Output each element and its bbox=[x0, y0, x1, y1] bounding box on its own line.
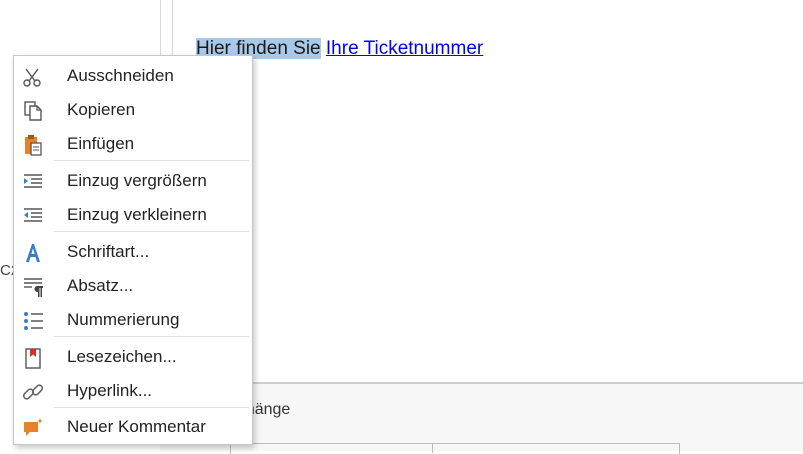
menu-item-label: Einzug verkleinern bbox=[67, 205, 207, 224]
menu-item-label: Kopieren bbox=[67, 100, 136, 119]
menu-item-font[interactable]: Schriftart... bbox=[14, 234, 252, 268]
menu-separator bbox=[54, 336, 249, 337]
ticket-number-link[interactable]: Ihre Ticketnummer bbox=[326, 38, 483, 59]
font-icon bbox=[22, 242, 44, 264]
numbering-icon bbox=[22, 310, 44, 332]
decrease-indent-icon bbox=[22, 205, 44, 227]
menu-item-decrease-indent[interactable]: Einzug verkleinern bbox=[14, 197, 252, 231]
paragraph-icon bbox=[22, 276, 44, 298]
menu-item-copy[interactable]: Kopieren bbox=[14, 92, 252, 126]
scissors-icon bbox=[22, 66, 44, 88]
menu-item-label: Nummerierung bbox=[67, 310, 180, 329]
bookmark-icon bbox=[22, 347, 44, 369]
menu-separator bbox=[54, 407, 249, 408]
menu-item-label: Hyperlink... bbox=[67, 381, 153, 400]
menu-item-new-comment[interactable]: Neuer Kommentar bbox=[14, 409, 252, 443]
menu-item-hyperlink[interactable]: Hyperlink... bbox=[14, 373, 252, 407]
new-comment-icon bbox=[22, 417, 44, 439]
menu-item-label: Einzug vergrößern bbox=[67, 171, 207, 190]
menu-item-paragraph[interactable]: Absatz... bbox=[14, 268, 252, 302]
menu-item-increase-indent[interactable]: Einzug vergrößern bbox=[14, 163, 252, 197]
menu-item-label: Ausschneiden bbox=[67, 66, 174, 85]
menu-item-paste[interactable]: Einfügen bbox=[14, 126, 252, 160]
menu-item-label: Absatz... bbox=[67, 276, 134, 295]
menu-item-bookmark[interactable]: Lesezeichen... bbox=[14, 339, 252, 373]
increase-indent-icon bbox=[22, 171, 44, 193]
menu-item-numbering[interactable]: Nummerierung bbox=[14, 302, 252, 336]
menu-separator bbox=[54, 160, 249, 161]
attachments-table bbox=[230, 443, 680, 454]
menu-item-label: Lesezeichen... bbox=[67, 347, 177, 366]
menu-item-cut[interactable]: Ausschneiden bbox=[14, 58, 252, 92]
paste-icon bbox=[22, 134, 44, 156]
copy-icon bbox=[22, 100, 44, 122]
menu-separator bbox=[54, 231, 249, 232]
menu-item-label: Einfügen bbox=[67, 134, 135, 153]
attachments-table-column-divider bbox=[432, 443, 433, 453]
menu-item-label: Neuer Kommentar bbox=[67, 417, 206, 436]
context-menu: Ausschneiden Kopieren Einfügen Einzug ve… bbox=[13, 55, 253, 445]
hyperlink-icon bbox=[22, 381, 44, 403]
menu-item-label: Schriftart... bbox=[67, 242, 150, 261]
